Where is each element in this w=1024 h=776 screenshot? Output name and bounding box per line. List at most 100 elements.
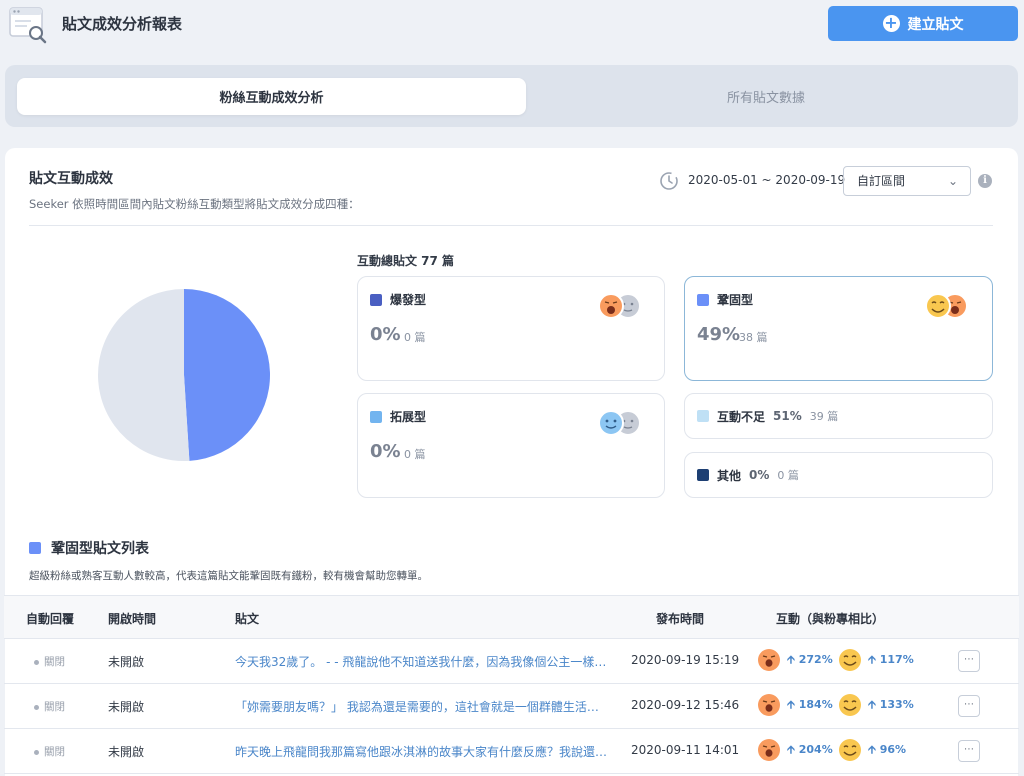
publish-time: 2020-09-19 15:19 — [631, 653, 740, 667]
interaction-metric-2: 🡩 96% — [838, 738, 906, 762]
type-pie-chart — [97, 289, 270, 461]
interaction-metric-2: 🡩 133% — [838, 693, 914, 717]
metric-value: 🡩 117% — [868, 652, 914, 666]
metric-value-text: 117% — [879, 652, 914, 666]
type-card-insufficient[interactable]: 互動不足 51% 39 篇 — [684, 393, 993, 439]
yellow-orange-faces-icon — [925, 293, 968, 319]
col-publish-time: 發布時間 — [656, 612, 705, 626]
metric-value: 🡩 272% — [787, 652, 833, 666]
table-row[interactable]: 關閉 未開啟 今天我32歲了。 - - 飛龍說他不知道送我什麼，因為我像個公主一… — [4, 639, 1019, 684]
metric-value-text: 272% — [798, 652, 833, 666]
more-options-button[interactable]: ⋯ — [958, 650, 980, 672]
open-time: 未開啟 — [108, 700, 145, 714]
type-pct-burst: 0% — [370, 324, 401, 345]
type-card-burst[interactable]: 爆發型 0% 0 篇 — [357, 276, 665, 381]
metric-value-text: 96% — [879, 742, 907, 756]
auto-reply-status[interactable]: 關閉 — [34, 744, 65, 759]
table-row[interactable]: 關閉 未開啟 「妳需要朋友嗎？」 我認為還是需要的，這社會就是一個群體生活的地方… — [4, 684, 1019, 729]
section-title: 貼文互動成效 — [29, 171, 113, 187]
post-link[interactable]: 「妳需要朋友嗎？」 我認為還是需要的，這社會就是一個群體生活的地方 — [235, 698, 609, 715]
post-link[interactable]: 昨天晚上飛龍問我那篇寫他跟冰淇淋的故事大家有什麼反應？我說還不錯 — [235, 743, 609, 760]
page-title: 貼文成效分析報表 — [62, 15, 183, 33]
create-post-button[interactable]: + 建立貼文 — [828, 6, 1018, 41]
publish-time: 2020-09-12 15:46 — [631, 698, 740, 712]
metric-value: 🡩 184% — [787, 697, 833, 711]
post-link[interactable]: 今天我32歲了。 - - 飛龍說他不知道送我什麼，因為我像個公主一樣什麼都有了 — [235, 653, 609, 670]
col-auto-reply: 自動回覆 — [26, 612, 75, 626]
metric-value-text: 204% — [798, 742, 833, 756]
yellow-face-icon — [839, 649, 861, 671]
status-dot — [34, 749, 39, 755]
divider — [29, 225, 993, 226]
metric-value-text: 133% — [879, 697, 914, 711]
list-title: 鞏固型貼文列表 — [29, 538, 149, 558]
interaction-metric-1: 🡩 272% — [757, 648, 833, 672]
tab-all-posts[interactable]: 所有貼文數據 — [526, 78, 1006, 115]
report-search-icon — [9, 7, 47, 44]
clock-icon — [660, 172, 678, 190]
orange-face-icon — [758, 739, 780, 761]
color-swatch — [697, 293, 709, 306]
create-post-label: 建立貼文 — [907, 16, 964, 33]
type-pct-other: 0% — [749, 468, 770, 482]
page-header: 貼文成效分析報表 + 建立貼文 — [0, 0, 1024, 58]
col-interaction: 互動（與粉專相比） — [776, 612, 885, 626]
color-swatch — [370, 293, 382, 306]
interaction-metric-2: 🡩 117% — [838, 648, 914, 672]
open-time: 未開啟 — [108, 745, 145, 759]
type-name-expand: 拓展型 — [370, 408, 426, 425]
metric-value: 🡩 133% — [868, 697, 914, 711]
orange-face-icon — [758, 694, 780, 716]
yellow-face-icon — [839, 739, 861, 761]
metric-value-text: 184% — [798, 697, 833, 711]
list-title-label: 鞏固型貼文列表 — [51, 541, 149, 557]
auto-reply-status[interactable]: 關閉 — [34, 699, 65, 714]
tab-fan-interaction[interactable]: 粉絲互動成效分析 — [17, 78, 526, 115]
table-header: 自動回覆 開啟時間 貼文 發布時間 互動（與粉專相比） — [4, 595, 1019, 639]
pie-slice-0 — [184, 289, 270, 461]
type-pct-consolidate: 49% — [697, 324, 741, 345]
yellow-face-icon — [839, 694, 861, 716]
date-range-text: 2020-05-01 ~ 2020-09-19 — [688, 173, 846, 187]
color-swatch — [29, 542, 41, 554]
auto-reply-status[interactable]: 關閉 — [34, 654, 65, 669]
col-post: 貼文 — [235, 612, 260, 626]
type-name-burst: 爆發型 — [370, 291, 426, 308]
orange-face-icon — [758, 649, 780, 671]
type-count-other: 0 篇 — [777, 469, 799, 482]
auto-reply-label: 關閉 — [44, 656, 65, 668]
more-options-button[interactable]: ⋯ — [958, 740, 980, 762]
color-swatch — [697, 469, 709, 481]
type-count-burst: 0 篇 — [404, 331, 426, 344]
auto-reply-label: 關閉 — [44, 746, 65, 758]
status-dot — [34, 704, 39, 710]
pie-slice-1 — [97, 289, 190, 461]
blue-gray-faces-icon — [598, 410, 641, 436]
more-options-button[interactable]: ⋯ — [958, 695, 980, 717]
status-dot — [34, 659, 39, 665]
table-row[interactable]: 關閉 未開啟 昨天晚上飛龍問我那篇寫他跟冰淇淋的故事大家有什麼反應？我說還不錯 … — [4, 729, 1019, 774]
type-name-burst-label: 爆發型 — [390, 293, 427, 307]
type-name-other: 其他 — [717, 468, 742, 483]
interaction-metric-1: 🡩 184% — [757, 693, 833, 717]
metric-value: 🡩 204% — [787, 742, 833, 756]
type-pct-expand: 0% — [370, 441, 401, 462]
type-card-consolidate[interactable]: 鞏固型 49% 38 篇 — [684, 276, 993, 381]
range-select-value: 自訂區間 — [857, 174, 906, 188]
tab-bar: 粉絲互動成效分析 所有貼文數據 — [5, 65, 1018, 127]
publish-time: 2020-09-11 14:01 — [631, 743, 740, 757]
color-swatch — [697, 410, 709, 422]
color-swatch — [370, 410, 382, 423]
type-name-expand-label: 拓展型 — [390, 410, 427, 424]
type-card-other[interactable]: 其他 0% 0 篇 — [684, 452, 993, 498]
type-card-expand[interactable]: 拓展型 0% 0 篇 — [357, 393, 665, 498]
list-description: 超級粉絲或熟客互動人數較高，代表這篇貼文能鞏固既有鐵粉，較有機會幫助您轉單。 — [29, 570, 428, 582]
type-count-consolidate: 38 篇 — [739, 331, 768, 344]
chevron-down-icon: ⌄ — [947, 174, 958, 188]
analysis-card: 貼文互動成效 Seeker 依照時間區間內貼文粉絲互動類型將貼文成效分成四種： … — [4, 148, 1019, 776]
posts-table: 自動回覆 開啟時間 貼文 發布時間 互動（與粉專相比） 關閉 未開啟 今天我32… — [4, 595, 1019, 774]
auto-reply-label: 關閉 — [44, 701, 65, 713]
info-icon[interactable]: i — [978, 174, 992, 188]
range-select[interactable]: 自訂區間 ⌄ — [843, 166, 971, 196]
type-name-consolidate-label: 鞏固型 — [717, 293, 754, 307]
